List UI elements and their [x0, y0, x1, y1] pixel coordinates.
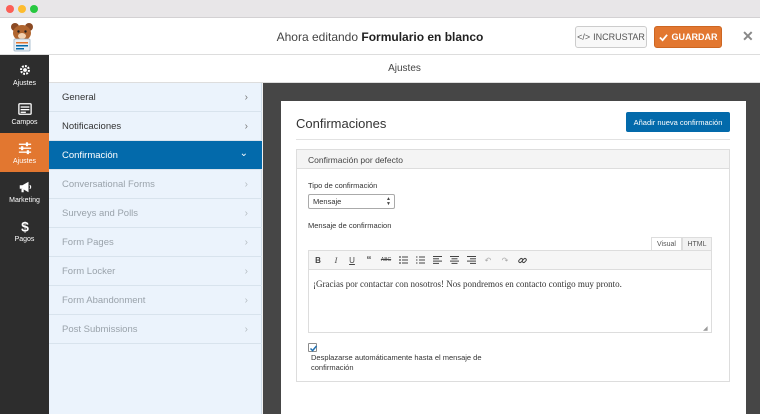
window-zoom-dot[interactable] [30, 5, 38, 13]
default-confirmation-title: Confirmación por defecto [308, 155, 403, 165]
redo-icon[interactable]: ↷ [498, 253, 512, 267]
close-icon[interactable]: ✕ [742, 28, 754, 45]
confirmation-type-label: Tipo de confirmación [308, 181, 378, 190]
undo-icon[interactable]: ↶ [481, 253, 495, 267]
save-button-label: GUARDAR [671, 32, 718, 42]
panel-ajustes-button[interactable]: Ajustes [0, 133, 49, 172]
sidebar-item-form-abandonment[interactable]: Form Abandonment › [49, 286, 262, 315]
confirmation-type-select[interactable]: Mensaje ▲ ▼ [308, 194, 395, 209]
confirmation-type-value: Mensaje [313, 197, 342, 206]
panel-title: Confirmaciones [296, 116, 387, 131]
chevron-down-icon: ⌄ [239, 148, 248, 159]
auto-scroll-label: Desplazarse automáticamente hasta el men… [311, 353, 482, 372]
iconbar-label: Ajustes [13, 157, 36, 165]
window-minimize-dot[interactable] [18, 5, 26, 13]
window-close-dot[interactable] [6, 5, 14, 13]
checkmark-icon [309, 345, 318, 352]
sidebar-item-label: Form Abandonment [62, 294, 146, 306]
iconbar-label: Ajustes [13, 79, 36, 87]
sidebar-item-form-pages[interactable]: Form Pages › [49, 228, 262, 257]
sidebar-item-label: General [62, 91, 96, 103]
sidebar-item-conversational-forms[interactable]: Conversational Forms › [49, 170, 262, 199]
chevron-right-icon: › [244, 237, 248, 248]
iconbar-label: Campos [11, 118, 38, 126]
code-icon: </> [577, 32, 591, 42]
default-confirmation-header[interactable]: Confirmación por defecto [297, 150, 729, 169]
chevron-right-icon: › [244, 179, 248, 190]
align-left-icon[interactable] [430, 253, 444, 267]
sidebar-item-notificaciones[interactable]: Notificaciones › [49, 112, 262, 141]
sidebar-item-label: Surveys and Polls [62, 207, 139, 219]
underline-icon[interactable]: U [345, 253, 359, 267]
chevron-right-icon: › [244, 121, 248, 132]
strikethrough-icon[interactable]: ABC [379, 253, 393, 267]
panel-divider [296, 139, 730, 140]
sidebar-item-label: Post Submissions [62, 323, 138, 335]
italic-icon[interactable]: I [329, 253, 343, 267]
resize-handle-icon[interactable]: ◢ [703, 325, 708, 332]
builder-icon-bar: Ajustes Campos Ajustes Marketing $ Pagos [0, 55, 49, 414]
section-title: Ajustes [388, 63, 421, 74]
embed-button[interactable]: </> INCRUSTAR [575, 26, 647, 48]
tab-visual[interactable]: Visual [651, 237, 682, 250]
panel-marketing-button[interactable]: Marketing [0, 172, 49, 211]
select-arrows-icon: ▲ ▼ [386, 196, 391, 207]
confirmation-message-label: Mensaje de confirmacion [308, 221, 392, 230]
sidebar-item-label: Confirmación [62, 149, 118, 161]
sidebar-item-label: Notificaciones [62, 120, 122, 132]
sidebar-item-confirmacion[interactable]: Confirmación ⌄ [49, 141, 262, 170]
iconbar-label: Marketing [9, 196, 40, 204]
form-name: Formulario en blanco [361, 30, 484, 44]
sidebar-item-post-submissions[interactable]: Post Submissions › [49, 315, 262, 344]
align-right-icon[interactable] [464, 253, 478, 267]
numbered-list-icon[interactable] [413, 253, 427, 267]
dollar-icon: $ [21, 219, 29, 233]
window-titlebar [0, 0, 760, 18]
fields-icon [17, 102, 32, 115]
save-button[interactable]: GUARDAR [654, 26, 722, 48]
panel-payments-button[interactable]: $ Pagos [0, 211, 49, 250]
sidebar-item-label: Conversational Forms [62, 178, 155, 190]
bullet-list-icon[interactable] [396, 253, 410, 267]
megaphone-icon [19, 181, 31, 192]
chevron-right-icon: › [244, 92, 248, 103]
panel-fields-button[interactable]: Campos [0, 94, 49, 133]
add-confirmation-button[interactable]: Añadir nueva confirmación [626, 112, 730, 132]
link-icon[interactable] [515, 253, 529, 267]
auto-scroll-checkbox[interactable] [308, 343, 318, 352]
align-center-icon[interactable] [447, 253, 461, 267]
blockquote-icon[interactable]: “ [362, 253, 376, 267]
embed-button-label: INCRUSTAR [593, 32, 645, 42]
editing-prefix: Ahora editando [276, 30, 359, 44]
confirmation-message-text[interactable]: ¡Gracias por contactar con nosotros! Nos… [313, 279, 622, 289]
svg-text:$: $ [21, 219, 29, 233]
chevron-right-icon: › [244, 208, 248, 219]
chevron-right-icon: › [244, 266, 248, 277]
sliders-icon [18, 141, 31, 154]
tab-html[interactable]: HTML [682, 237, 712, 250]
sidebar-item-label: Form Locker [62, 265, 116, 277]
check-icon [658, 33, 668, 42]
bold-icon[interactable]: B [311, 253, 325, 267]
chevron-right-icon: › [244, 295, 248, 306]
sidebar-item-form-locker[interactable]: Form Locker › [49, 257, 262, 286]
sidebar-item-general[interactable]: General › [49, 83, 262, 112]
section-title-bar: Ajustes [49, 55, 760, 83]
sidebar-item-surveys-and-polls[interactable]: Surveys and Polls › [49, 199, 262, 228]
sidebar-item-label: Form Pages [62, 236, 114, 248]
panel-settings-button[interactable]: Ajustes [0, 55, 49, 94]
builder-header: Ahora editando Formulario en blanco </> … [0, 18, 760, 55]
gear-icon [19, 64, 30, 75]
chevron-right-icon: › [244, 324, 248, 335]
iconbar-label: Pagos [14, 235, 35, 243]
settings-sidebar: General › Notificaciones › Confirmación … [49, 83, 262, 414]
wpforms-bear-logo-icon [11, 23, 33, 52]
